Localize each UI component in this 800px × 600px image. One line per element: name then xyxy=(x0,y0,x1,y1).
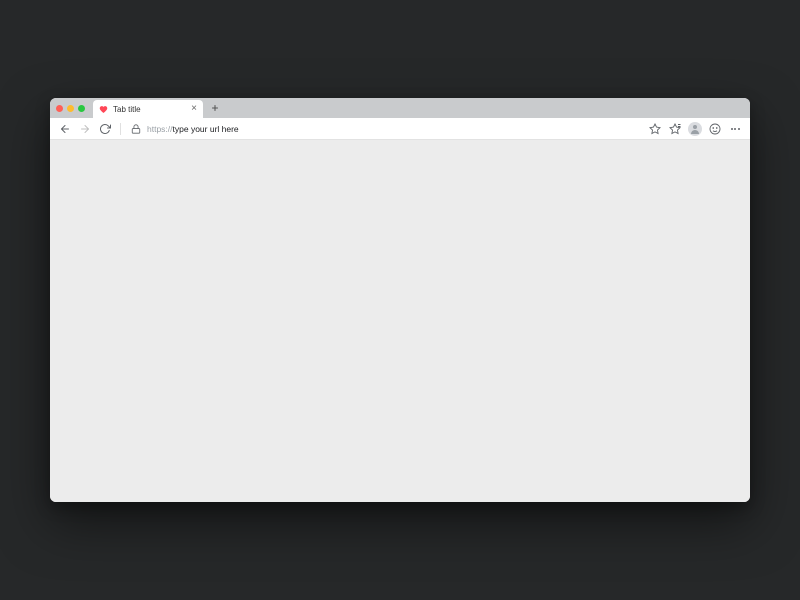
close-window-button[interactable] xyxy=(56,105,63,112)
address-bar[interactable]: https://type your url here xyxy=(127,121,646,137)
profile-button[interactable] xyxy=(688,122,702,136)
close-tab-button[interactable]: × xyxy=(191,104,197,114)
refresh-button[interactable] xyxy=(96,120,114,138)
toolbar-right-icons xyxy=(648,122,744,136)
tab-title: Tab title xyxy=(113,105,186,114)
lock-icon xyxy=(131,124,141,134)
feedback-button[interactable] xyxy=(708,122,722,136)
window-controls xyxy=(56,105,85,112)
url-protocol: https:// xyxy=(147,124,173,134)
minimize-window-button[interactable] xyxy=(67,105,74,112)
favorites-list-button[interactable] xyxy=(668,122,682,136)
browser-window: Tab title × https://type your url here xyxy=(50,98,750,502)
forward-button[interactable] xyxy=(76,120,94,138)
favorite-button[interactable] xyxy=(648,122,662,136)
url-value: type your url here xyxy=(173,124,239,134)
new-tab-button[interactable] xyxy=(207,100,223,116)
tab-bar: Tab title × xyxy=(50,98,750,118)
toolbar-divider xyxy=(120,123,121,135)
back-button[interactable] xyxy=(56,120,74,138)
page-content xyxy=(50,140,750,502)
heart-icon xyxy=(99,105,108,114)
browser-tab[interactable]: Tab title × xyxy=(93,100,203,118)
more-options-button[interactable] xyxy=(728,122,742,136)
toolbar: https://type your url here xyxy=(50,118,750,140)
more-icon xyxy=(731,128,740,130)
maximize-window-button[interactable] xyxy=(78,105,85,112)
url-text[interactable]: https://type your url here xyxy=(147,124,642,134)
